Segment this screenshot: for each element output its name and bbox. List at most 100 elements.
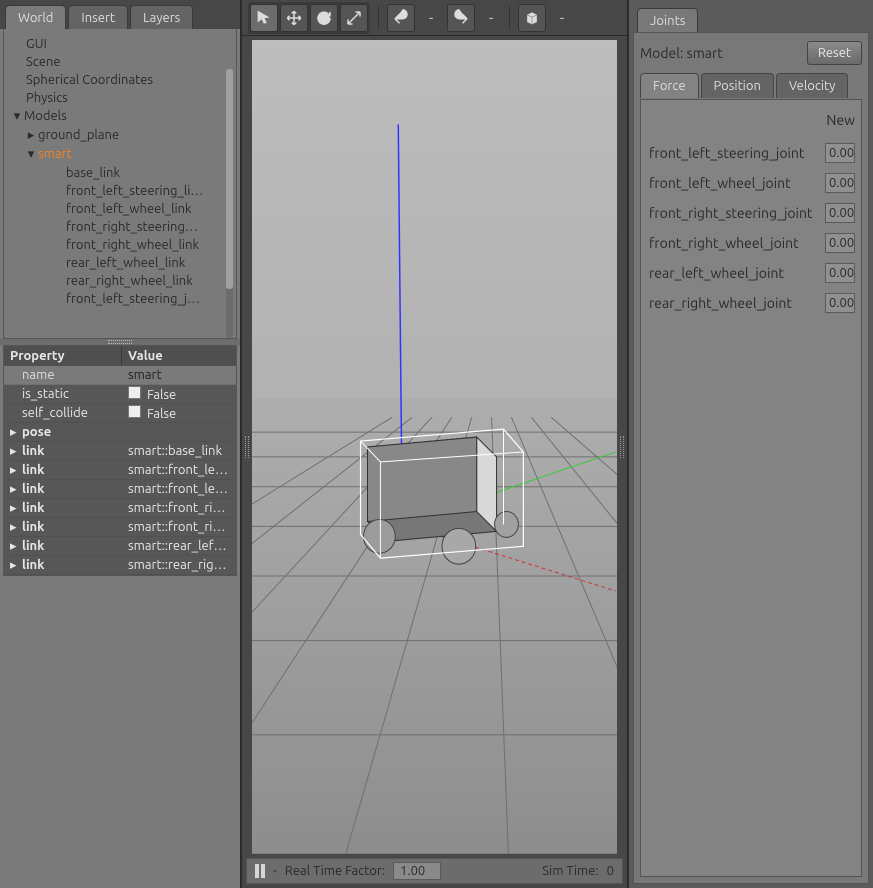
checkbox[interactable] [128,405,141,418]
world-tree[interactable]: GUI Scene Spherical Coordinates Physics … [4,29,236,314]
tree-scrollbar[interactable] [226,69,233,338]
box-shape-button[interactable] [518,4,546,32]
rtf-value: 1.00 [393,862,441,880]
prop-key: link [22,501,44,515]
prop-key: link [22,444,44,458]
rtf-label: Real Time Factor: [285,864,385,878]
checkbox[interactable] [128,386,141,399]
tree-label: smart [38,147,72,161]
joint-value-input[interactable]: 0.00 [825,173,855,193]
joint-name: front_left_steering_joint [649,145,819,161]
tree-link[interactable]: rear_left_wheel_link [8,254,232,272]
tab-layers[interactable]: Layers [130,5,193,29]
prop-row-link[interactable]: ▸linksmart::front_right_… [4,518,236,537]
tree-item-models[interactable]: ▾Models [8,107,232,126]
redo-button[interactable] [447,4,475,32]
tab-insert[interactable]: Insert [68,5,128,29]
tree-item-physics[interactable]: Physics [8,89,232,107]
tab-world[interactable]: World [5,5,66,29]
tree-link[interactable]: front_right_wheel_link [8,236,232,254]
joint-value-input[interactable]: 0.00 [825,143,855,163]
prop-row-link[interactable]: ▸linksmart::rear_right_… [4,556,236,575]
left-splitter[interactable] [242,36,252,858]
undo-button[interactable] [387,4,415,32]
tree-label: Models [24,109,67,123]
undo-dropdown[interactable]: - [421,4,441,32]
shape-dropdown[interactable]: - [552,4,572,32]
tree-model-ground-plane[interactable]: ▸ground_plane [8,126,232,145]
prop-row-pose[interactable]: ▸pose [4,423,236,442]
joints-subtabs: Force Position Velocity [640,73,862,98]
subtab-position[interactable]: Position [701,73,774,98]
prop-value: smart::front_left_… [122,482,236,496]
prop-key: link [22,482,44,496]
prop-key: link [22,463,44,477]
reset-button[interactable]: Reset [807,41,862,65]
scrollbar-thumb[interactable] [226,69,233,289]
tree-link[interactable]: base_link [8,164,232,182]
prop-row-link[interactable]: ▸linksmart::base_link [4,442,236,461]
chevron-down-icon: ▾ [12,109,22,124]
pause-button[interactable] [255,864,265,878]
tree-label: ground_plane [38,128,119,142]
prop-value: False [147,388,176,402]
chevron-right-icon: ▸ [10,558,18,573]
prop-value[interactable]: smart [122,368,236,382]
chevron-right-icon: ▸ [10,463,18,478]
prop-value: False [147,407,176,421]
chevron-right-icon: ▸ [10,539,18,554]
redo-dropdown[interactable]: - [481,4,501,32]
tree-model-smart[interactable]: ▾smart [8,145,232,164]
select-tool-button[interactable] [250,4,278,32]
subtab-velocity[interactable]: Velocity [776,73,849,98]
prop-row-is-static[interactable]: is_static False [4,385,236,404]
3d-viewport[interactable] [252,40,617,854]
prop-value: smart::rear_right_… [122,558,236,572]
tree-link[interactable]: front_left_wheel_link [8,200,232,218]
tree-link[interactable]: front_left_steering_j… [8,290,232,308]
joint-name: front_right_wheel_joint [649,235,819,251]
joint-row: rear_right_wheel_joint0.00 [641,288,861,318]
tree-item-spherical[interactable]: Spherical Coordinates [8,71,232,89]
horizontal-splitter[interactable] [0,339,240,345]
joint-value-input[interactable]: 0.00 [825,293,855,313]
prop-row-name[interactable]: namesmart [4,366,236,385]
prop-header-value: Value [122,346,236,366]
prop-row-self-collide[interactable]: self_collide False [4,404,236,423]
subtab-force[interactable]: Force [640,73,699,98]
simtime-label: Sim Time: [542,864,598,878]
rotate-tool-button[interactable] [310,4,338,32]
tree-link[interactable]: front_right_steering… [8,218,232,236]
tree-item-gui[interactable]: GUI [8,35,232,53]
status-bar: - Real Time Factor: 1.00 Sim Time: 0 [246,858,623,884]
tree-link[interactable]: rear_right_wheel_link [8,272,232,290]
splitter-grip-icon [245,436,249,458]
prop-value: smart::rear_left_… [122,539,236,553]
prop-key: pose [22,425,51,439]
chevron-down-icon: ▾ [26,147,36,162]
prop-value: smart::front_left_… [122,463,236,477]
separator [509,6,510,30]
joint-value-input[interactable]: 0.00 [825,203,855,223]
prop-row-link[interactable]: ▸linksmart::rear_left_… [4,537,236,556]
prop-value: smart::base_link [122,444,236,458]
joint-row: rear_left_wheel_joint0.00 [641,258,861,288]
joint-value-input[interactable]: 0.00 [825,233,855,253]
tab-joints[interactable]: Joints [637,8,698,32]
prop-row-link[interactable]: ▸linksmart::front_left_… [4,480,236,499]
tree-item-scene[interactable]: Scene [8,53,232,71]
prop-row-link[interactable]: ▸ link smart::front_left_… [4,461,236,480]
chevron-right-icon: ▸ [10,520,18,535]
tree-link[interactable]: front_left_steering_li… [8,182,232,200]
model-label: Model: smart [640,45,723,61]
right-splitter[interactable] [617,36,627,858]
joint-value-input[interactable]: 0.00 [825,263,855,283]
scale-tool-button[interactable] [340,4,368,32]
prop-row-link[interactable]: ▸linksmart::front_right… [4,499,236,518]
simtime-value: 0 [607,864,614,878]
joint-row: front_left_steering_joint 0.00 [641,138,861,168]
joint-name: front_left_wheel_joint [649,175,819,191]
model-smart [361,429,524,564]
joint-row: front_right_steering_joint0.00 [641,198,861,228]
translate-tool-button[interactable] [280,4,308,32]
